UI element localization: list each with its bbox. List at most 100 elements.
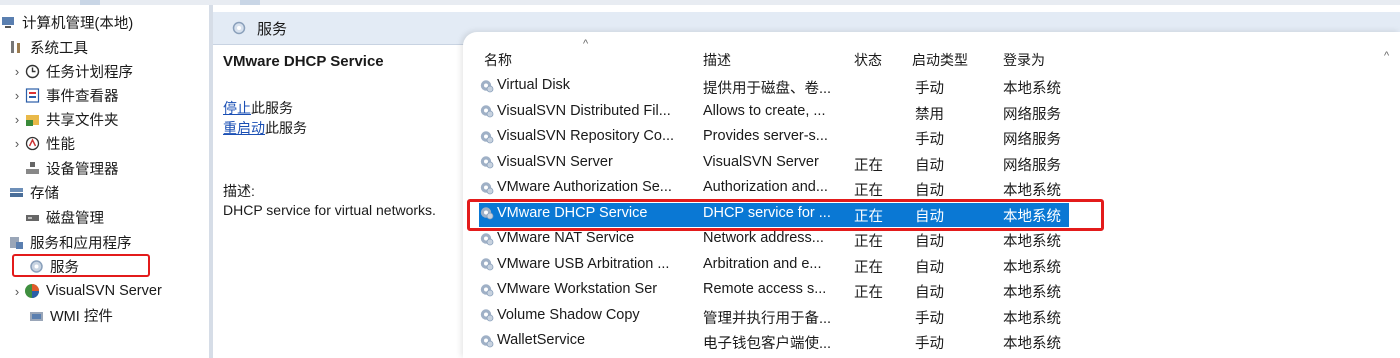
- chevron-right-icon[interactable]: ›: [10, 136, 24, 151]
- service-startup-type: 自动: [915, 259, 944, 276]
- service-row[interactable]: Volume Shadow Copy 管理并执行用于备... 手动 本地系统: [479, 305, 1069, 329]
- service-name: WalletService: [479, 332, 694, 348]
- service-log-on-as: 网络服务: [1003, 106, 1061, 123]
- tree-node-performance[interactable]: › 性能: [10, 132, 75, 154]
- service-gear-icon: [479, 78, 494, 93]
- toolbar-button[interactable]: [240, 0, 260, 5]
- service-status: 正在: [854, 259, 883, 276]
- tree-node-shared-folders[interactable]: › 共享文件夹: [10, 108, 119, 130]
- service-description: 电子钱包客户端使...: [703, 336, 832, 352]
- chevron-right-icon[interactable]: ›: [10, 64, 24, 79]
- service-gear-icon: [479, 231, 494, 246]
- service-name: VMware NAT Service: [479, 230, 694, 246]
- service-description: Remote access s...: [703, 281, 827, 297]
- tree-node-wmi-control[interactable]: WMI 控件: [28, 304, 113, 326]
- selected-service-title: VMware DHCP Service: [223, 53, 384, 70]
- service-name-text: VMware Workstation Ser: [497, 281, 658, 297]
- chevron-right-icon[interactable]: ›: [10, 284, 24, 299]
- column-header-startup-type[interactable]: 启动类型: [912, 50, 968, 70]
- column-header-name[interactable]: 名称: [484, 50, 512, 70]
- tree-node-disk-management[interactable]: 磁盘管理: [24, 206, 104, 228]
- service-name-text: Virtual Disk: [497, 77, 571, 93]
- service-description: Authorization and...: [703, 179, 828, 195]
- shared-folder-icon: [24, 111, 40, 127]
- tree-label: 计算机管理(本地): [22, 15, 134, 32]
- service-name-text: VMware NAT Service: [497, 230, 635, 246]
- service-row[interactable]: VMware NAT Service Network address... 正在 自动…: [479, 228, 1069, 252]
- service-name-text: VisualSVN Distributed Fil...: [497, 102, 671, 119]
- restart-service-link[interactable]: 重启动: [223, 120, 265, 136]
- column-header-log-on-as[interactable]: 登录为: [1003, 50, 1045, 70]
- tree-label: VisualSVN Server: [46, 283, 162, 299]
- service-status: 正在: [854, 183, 883, 199]
- service-description: Arbitration and e...: [703, 255, 822, 272]
- service-row[interactable]: VisualSVN Server VisualSVN Server 正在 自动 网络服务: [479, 152, 1069, 176]
- service-row[interactable]: VMware Authorization Se... Authorization …: [479, 177, 1069, 201]
- performance-icon: [24, 135, 40, 151]
- tree-node-task-scheduler[interactable]: › 任务计划程序: [10, 60, 133, 82]
- tree-label: 设备管理器: [46, 161, 119, 178]
- services-apps-icon: [8, 234, 24, 250]
- disk-icon: [24, 209, 40, 225]
- service-row[interactable]: VMware USB Arbitration ... Arbitration an…: [479, 254, 1069, 278]
- service-log-on-as: 本地系统: [1003, 183, 1061, 199]
- service-row[interactable]: VisualSVN Repository Co... Provides serve…: [479, 126, 1069, 150]
- service-gear-icon: [479, 333, 494, 348]
- service-log-on-as: 网络服务: [1003, 132, 1061, 148]
- tree-label: 性能: [46, 136, 75, 153]
- column-header-description[interactable]: 描述: [703, 50, 731, 70]
- tree-node-event-viewer[interactable]: › 事件查看器: [10, 84, 119, 106]
- service-startup-type: 禁用: [915, 106, 944, 123]
- service-status: 正在: [854, 157, 883, 174]
- description-label: 描述:: [223, 183, 255, 199]
- description-text: DHCP service for virtual networks.: [223, 202, 436, 218]
- tree-label: 系统工具: [30, 40, 88, 57]
- navigation-tree: 计算机管理(本地) 系统工具 › 任务计划程序 › 事件查看器 › 共享文件夹 …: [0, 5, 208, 358]
- service-log-on-as: 本地系统: [1003, 310, 1061, 327]
- service-name: VisualSVN Repository Co...: [479, 128, 694, 144]
- service-row[interactable]: VMware Workstation Ser Remote access s...…: [479, 279, 1069, 303]
- service-startup-type: 手动: [915, 310, 944, 327]
- chevron-right-icon[interactable]: ›: [10, 88, 24, 103]
- column-header-status[interactable]: 状态: [854, 50, 882, 70]
- tree-label: 事件查看器: [46, 88, 119, 105]
- service-name: VMware Authorization Se...: [479, 179, 694, 195]
- tree-node-root[interactable]: 计算机管理(本地): [0, 11, 133, 33]
- service-startup-type: 自动: [915, 285, 944, 301]
- event-viewer-icon: [24, 87, 40, 103]
- service-name: Virtual Disk: [479, 77, 694, 93]
- service-log-on-as: 本地系统: [1003, 259, 1061, 276]
- tree-node-system-tools[interactable]: 系统工具: [8, 36, 88, 58]
- service-startup-type: 手动: [915, 81, 944, 97]
- wmi-icon: [28, 307, 44, 323]
- service-name-text: VMware Authorization Se...: [497, 179, 672, 195]
- service-row[interactable]: WalletService 电子钱包客户端使... 手动 本地系统: [479, 330, 1069, 354]
- visualsvn-icon: [24, 283, 40, 299]
- service-name: VMware Workstation Ser: [479, 281, 694, 297]
- restart-service-suffix: 此服务: [265, 120, 307, 136]
- tree-node-visualsvn[interactable]: › VisualSVN Server: [10, 280, 162, 302]
- tree-node-services-apps[interactable]: 服务和应用程序: [8, 231, 132, 253]
- highlight-box-services-node: [12, 254, 150, 277]
- service-log-on-as: 网络服务: [1003, 157, 1061, 174]
- clock-icon: [24, 63, 40, 79]
- tree-label: 存储: [30, 185, 59, 202]
- scroll-up-icon[interactable]: ^: [1384, 50, 1389, 62]
- highlight-box-selected-service: [467, 199, 1104, 231]
- service-name-text: VisualSVN Repository Co...: [497, 128, 675, 144]
- stop-service-link[interactable]: 停止: [223, 100, 251, 116]
- tree-node-device-manager[interactable]: 设备管理器: [24, 157, 119, 179]
- gear-icon: [231, 20, 247, 36]
- service-name-text: VisualSVN Server: [497, 153, 613, 170]
- service-row[interactable]: VisualSVN Distributed Fil... Allows to cr…: [479, 101, 1069, 125]
- service-startup-type: 自动: [915, 157, 944, 174]
- tree-label: 磁盘管理: [46, 210, 104, 227]
- service-status: 正在: [854, 234, 883, 250]
- service-startup-type: 自动: [915, 234, 944, 250]
- storage-icon: [8, 184, 24, 200]
- tree-node-storage[interactable]: 存储: [8, 181, 59, 203]
- computer-icon: [0, 14, 16, 30]
- chevron-right-icon[interactable]: ›: [10, 112, 24, 127]
- restart-service-line: 重启动此服务: [223, 118, 307, 138]
- service-row[interactable]: Virtual Disk 提供用于磁盘、卷... 手动 本地系统: [479, 75, 1069, 99]
